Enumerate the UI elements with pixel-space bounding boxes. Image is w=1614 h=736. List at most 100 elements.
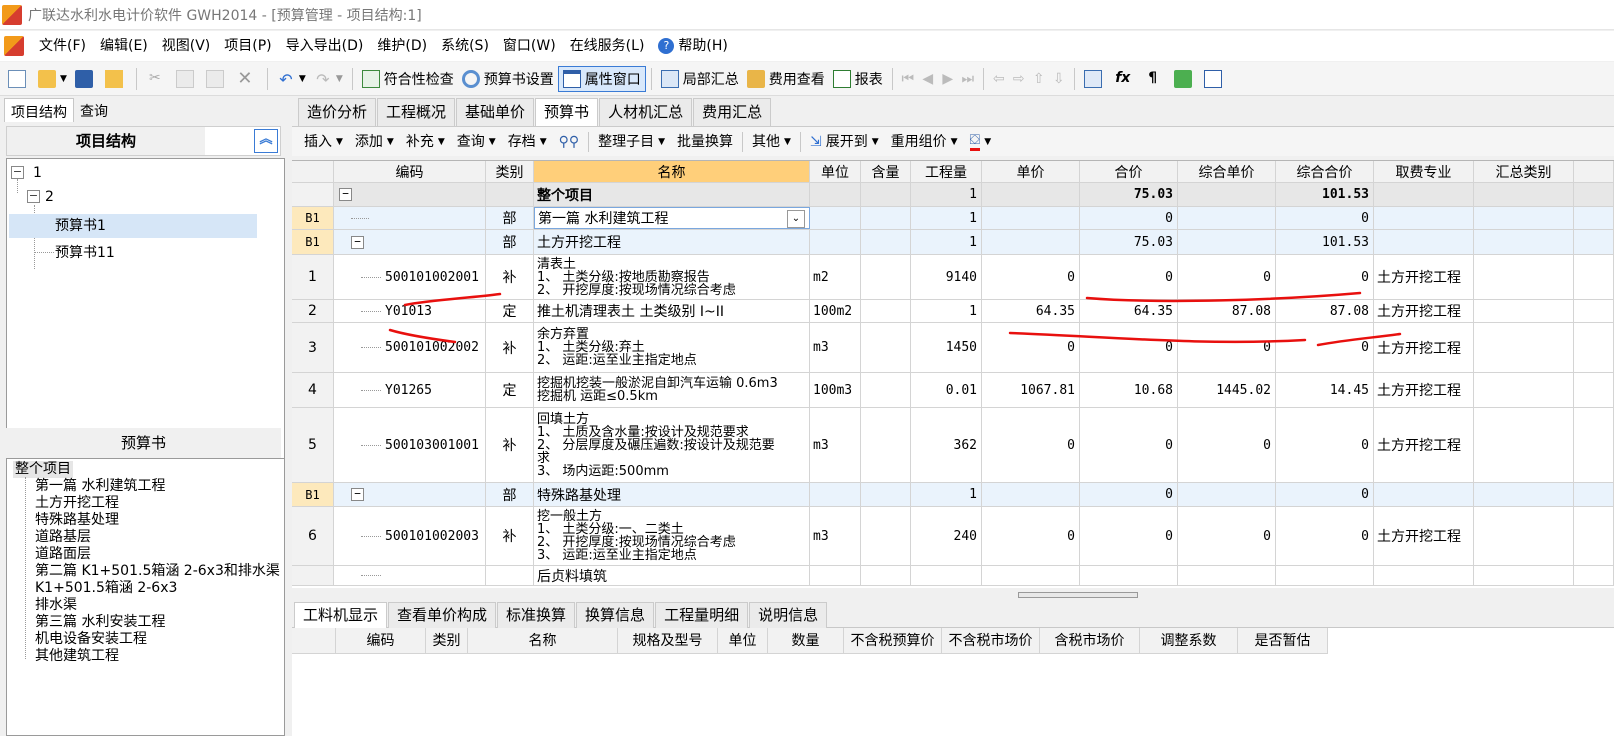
delete-button[interactable]: ✕ (232, 66, 262, 92)
tab-project-structure[interactable]: 项目结构 (4, 98, 74, 122)
cell-ctotal[interactable]: 0 (1276, 323, 1374, 372)
organize-items-button[interactable]: 整理子目 ▼ (592, 129, 671, 155)
menu-import-export[interactable]: 导入导出(D) (279, 31, 371, 61)
supplement-button[interactable]: 补充 ▼ (400, 129, 451, 155)
cell-extra[interactable] (1574, 230, 1614, 254)
menu-window[interactable]: 窗口(W) (496, 31, 563, 61)
cell-total[interactable]: 75.03 (1080, 183, 1178, 206)
cell-name[interactable]: 回填土方 1、 土质及含水量:按设计及规范要求 2、 分层厚度及碾压遍数:按设计及规… (534, 408, 810, 482)
cell-qty[interactable]: 1 (911, 300, 982, 322)
column-header[interactable]: 单位 (810, 161, 861, 182)
cell-qty[interactable] (911, 566, 982, 585)
collapse-icon[interactable]: − (351, 235, 364, 249)
tree-node-1[interactable]: − 1 (11, 161, 261, 185)
menu-file[interactable]: 文件(F) (32, 31, 93, 61)
budget-settings-button[interactable]: 预算书设置 (458, 66, 558, 92)
list-button[interactable] (1200, 66, 1230, 92)
next-icon[interactable]: ▶ (938, 71, 958, 87)
column-header[interactable]: 合价 (1080, 161, 1178, 182)
cell-extra[interactable] (1574, 255, 1614, 299)
table-row[interactable]: 5 500103001001 补回填土方 1、 土质及含水量:按设计及规范要求 2、 分… (292, 408, 1614, 483)
table-row[interactable]: B1 − 部特殊路基处理 1 0 0 (292, 483, 1614, 507)
collapse-icon[interactable]: − (339, 188, 352, 201)
cell-extra[interactable] (1574, 483, 1614, 506)
archive-button[interactable]: 存档 ▼ (502, 129, 553, 155)
cell-kind2[interactable] (1474, 323, 1574, 372)
cell-qty[interactable]: 0.01 (911, 373, 982, 407)
book-item[interactable]: 道路面层 (35, 546, 91, 563)
cell-price[interactable] (982, 207, 1080, 229)
cell-unit[interactable]: m3 (810, 408, 861, 482)
undo-button[interactable]: ↶ ▼ (273, 66, 310, 92)
book-item[interactable]: 机电设备安装工程 (35, 631, 147, 648)
table-row[interactable]: B1 − 部土方开挖工程 1 75.03 101.53 (292, 230, 1614, 255)
detail-column-header[interactable]: 含税市场价 (1040, 628, 1140, 654)
add-button[interactable]: 添加 ▼ (349, 129, 400, 155)
query-button[interactable]: 查询 ▼ (451, 129, 502, 155)
column-header[interactable]: 编码 (334, 161, 486, 182)
cell-total[interactable]: 10.68 (1080, 373, 1178, 407)
table-row[interactable]: 3 500101002002 补余方弃置 1、 土类分级:弃土 2、 运距:运至业主指定… (292, 323, 1614, 373)
table-row[interactable]: 4 Y01265 定挖掘机挖装一般淤泥自卸汽车运输 0.6m3 挖掘机 运距≤0.5k… (292, 373, 1614, 408)
cell-extra[interactable] (1574, 323, 1614, 372)
cell-total[interactable]: 0 (1080, 408, 1178, 482)
cell-cunit[interactable]: 87.08 (1178, 300, 1276, 322)
move-down-icon[interactable]: ⇩ (1049, 71, 1069, 87)
save-button[interactable] (71, 66, 101, 92)
cell-name[interactable]: 整个项目 (534, 183, 810, 206)
table-row[interactable]: 后贞料填筑 (292, 566, 1614, 586)
cell-code[interactable]: Y01265 (334, 373, 486, 407)
cell-unit[interactable]: m3 (810, 507, 861, 565)
detail-column-header[interactable]: 规格及型号 (618, 628, 718, 654)
cell-unit[interactable] (810, 207, 861, 229)
book-item[interactable]: 其他建筑工程 (35, 648, 119, 665)
book-item[interactable]: K1+501.5箱涵 2-6x3 (35, 580, 177, 597)
cell-content[interactable] (861, 483, 911, 506)
column-header[interactable] (1574, 161, 1614, 182)
cell-name[interactable]: 第一篇 水利建筑工程 ⌄ (534, 207, 810, 229)
panel-splitter[interactable] (1018, 592, 1138, 598)
cell-code[interactable] (334, 207, 486, 229)
book-item[interactable]: 第一篇 水利建筑工程 (35, 478, 165, 495)
tab-conversion-info[interactable]: 换算信息 (576, 602, 655, 628)
fill-color-button[interactable]: ⛋ ▼ (964, 129, 998, 155)
cell-code[interactable]: 500101002001 (334, 255, 486, 299)
detail-column-header[interactable]: 不含税市场价 (942, 628, 1040, 654)
table-row[interactable]: 6 500101002003 补挖一般土方 1、 土类分级:一、二类土 2、 开挖厚度:… (292, 507, 1614, 566)
cell-extra[interactable] (1574, 507, 1614, 565)
cell-cunit[interactable] (1178, 483, 1276, 506)
detail-column-header[interactable]: 单位 (718, 628, 768, 654)
cell-ctotal[interactable]: 0 (1276, 255, 1374, 299)
cell-major[interactable]: 土方开挖工程 (1374, 507, 1474, 565)
cell-code[interactable]: − (334, 483, 486, 506)
cell-qty[interactable]: 1 (911, 183, 982, 206)
tab-unit-price-composition[interactable]: 查看单价构成 (388, 602, 497, 628)
cell-extra[interactable] (1574, 207, 1614, 229)
report-button[interactable]: 报表 (829, 66, 887, 92)
column-header[interactable]: 取费专业 (1374, 161, 1474, 182)
table-row[interactable]: B1 部第一篇 水利建筑工程 ⌄ 1 0 0 (292, 207, 1614, 230)
cell-type[interactable]: 补 (486, 507, 534, 565)
cell-name[interactable]: 土方开挖工程 (534, 230, 810, 254)
cell-content[interactable] (861, 566, 911, 585)
column-header[interactable]: 类别 (486, 161, 534, 182)
last-icon[interactable]: ⏭ (958, 71, 978, 87)
cell-kind2[interactable] (1474, 483, 1574, 506)
cell-cunit[interactable] (1178, 230, 1276, 254)
menu-edit[interactable]: 编辑(E) (93, 31, 155, 61)
cell-ctotal[interactable] (1276, 566, 1374, 585)
cell-price[interactable]: 64.35 (982, 300, 1080, 322)
cell-total[interactable]: 64.35 (1080, 300, 1178, 322)
cell-unit[interactable] (810, 483, 861, 506)
collapse-up-icon[interactable]: ︽ (254, 129, 278, 153)
expand-to-button[interactable]: ⇲ 展开到 ▼ (804, 129, 885, 155)
cell-content[interactable] (861, 507, 911, 565)
first-icon[interactable]: ⏮ (898, 71, 918, 87)
cell-code[interactable]: 500101002002 (334, 323, 486, 372)
cell-price[interactable] (982, 483, 1080, 506)
tab-description[interactable]: 说明信息 (749, 602, 828, 628)
cell-kind2[interactable] (1474, 566, 1574, 585)
cell-total[interactable] (1080, 566, 1178, 585)
cell-price[interactable]: 0 (982, 507, 1080, 565)
cell-content[interactable] (861, 207, 911, 229)
